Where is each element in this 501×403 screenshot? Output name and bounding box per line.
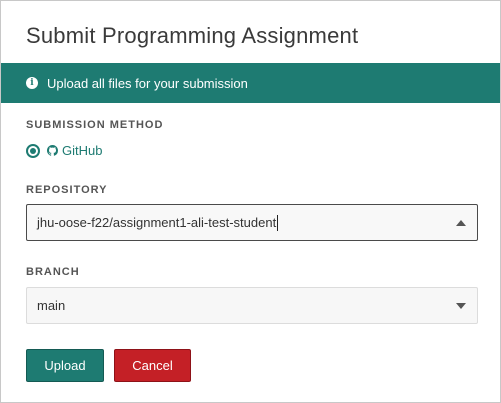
- branch-label: BRANCH: [26, 266, 80, 278]
- repository-label: REPOSITORY: [26, 184, 108, 196]
- branch-value: main: [37, 298, 66, 313]
- info-banner: i Upload all files for your submission: [1, 63, 500, 103]
- branch-select[interactable]: main: [26, 287, 478, 324]
- info-icon: i: [26, 77, 38, 89]
- dialog-title: Submit Programming Assignment: [26, 23, 359, 48]
- caret-down-icon: [456, 302, 466, 309]
- submission-method-label: SUBMISSION METHOD: [26, 119, 164, 131]
- radio-button[interactable]: [26, 143, 40, 158]
- repository-value: jhu-oose-f22/assignment1-ali-test-studen…: [37, 215, 277, 230]
- banner-text: Upload all files for your submission: [47, 75, 248, 91]
- github-option-label: GitHub: [62, 143, 103, 158]
- repository-select[interactable]: jhu-oose-f22/assignment1-ali-test-studen…: [26, 204, 478, 241]
- caret-up-icon: [456, 219, 466, 226]
- upload-button[interactable]: Upload: [26, 349, 104, 382]
- text-cursor: [277, 214, 279, 231]
- github-icon: [47, 145, 58, 156]
- github-radio-option[interactable]: GitHub: [26, 143, 102, 158]
- submit-assignment-dialog: Submit Programming Assignment i Upload a…: [0, 0, 501, 403]
- cancel-button[interactable]: Cancel: [114, 349, 191, 382]
